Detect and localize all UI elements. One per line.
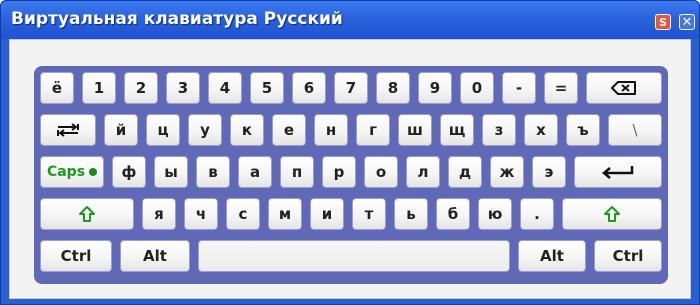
shift-icon	[603, 205, 621, 223]
key-backslash[interactable]: \	[608, 114, 662, 146]
key-sh[interactable]: ш	[398, 114, 432, 146]
key-1[interactable]: 1	[82, 72, 116, 104]
backspace-icon	[611, 81, 637, 95]
key-soft-sign[interactable]: ь	[394, 198, 428, 230]
key-o[interactable]: о	[364, 156, 398, 188]
key-yery[interactable]: ы	[154, 156, 188, 188]
key-ye[interactable]: е	[272, 114, 306, 146]
key-yu[interactable]: ю	[478, 198, 512, 230]
key-shift-left[interactable]	[40, 198, 134, 230]
key-p[interactable]: п	[280, 156, 314, 188]
key-4[interactable]: 4	[208, 72, 242, 104]
key-alt-left[interactable]: Alt	[120, 240, 190, 272]
key-shift-right[interactable]	[562, 198, 662, 230]
key-g[interactable]: г	[356, 114, 390, 146]
key-hard-sign[interactable]: ъ	[566, 114, 600, 146]
key-a[interactable]: а	[238, 156, 272, 188]
keyboard: ё 1 2 3 4 5 6 7 8 9 0 - = й ц у к е н г …	[34, 66, 668, 284]
key-3[interactable]: 3	[166, 72, 200, 104]
key-n[interactable]: н	[314, 114, 348, 146]
key-k[interactable]: к	[230, 114, 264, 146]
key-ctrl-left[interactable]: Ctrl	[40, 240, 112, 272]
key-m[interactable]: м	[268, 198, 302, 230]
key-period[interactable]: .	[520, 198, 554, 230]
keyboard-window: Виртуальная клавиатура Русский S ✕ ё 1 2…	[0, 0, 700, 305]
key-5[interactable]: 5	[250, 72, 284, 104]
key-l[interactable]: л	[406, 156, 440, 188]
enter-icon	[601, 164, 635, 180]
key-ya[interactable]: я	[142, 198, 176, 230]
key-minus[interactable]: -	[502, 72, 536, 104]
window-title: Виртуальная клавиатура Русский	[11, 9, 343, 29]
key-ts[interactable]: ц	[146, 114, 180, 146]
key-v[interactable]: в	[196, 156, 230, 188]
key-e[interactable]: э	[532, 156, 566, 188]
key-f[interactable]: ф	[112, 156, 146, 188]
key-u[interactable]: у	[188, 114, 222, 146]
key-8[interactable]: 8	[376, 72, 410, 104]
settings-button[interactable]: S	[655, 14, 671, 30]
key-i[interactable]: и	[310, 198, 344, 230]
title-bar[interactable]: Виртуальная клавиатура Русский S ✕	[1, 1, 699, 39]
key-s[interactable]: с	[226, 198, 260, 230]
key-z[interactable]: з	[482, 114, 516, 146]
key-r[interactable]: р	[322, 156, 356, 188]
keyboard-panel: ё 1 2 3 4 5 6 7 8 9 0 - = й ц у к е н г …	[9, 39, 691, 299]
key-backspace[interactable]	[586, 72, 662, 104]
key-7[interactable]: 7	[334, 72, 368, 104]
close-button[interactable]: ✕	[679, 14, 695, 30]
key-2[interactable]: 2	[124, 72, 158, 104]
caps-indicator-icon	[89, 168, 98, 176]
key-t[interactable]: т	[352, 198, 386, 230]
tab-icon	[55, 122, 81, 138]
caps-label: Caps	[46, 164, 86, 180]
key-kh[interactable]: х	[524, 114, 558, 146]
key-ch[interactable]: ч	[184, 198, 218, 230]
key-caps-lock[interactable]: Caps	[40, 156, 104, 188]
key-0[interactable]: 0	[460, 72, 494, 104]
key-equals[interactable]: =	[544, 72, 578, 104]
key-tab[interactable]	[40, 114, 96, 146]
key-alt-right[interactable]: Alt	[518, 240, 586, 272]
key-ctrl-right[interactable]: Ctrl	[594, 240, 662, 272]
shift-icon	[78, 205, 96, 223]
key-d[interactable]: д	[448, 156, 482, 188]
key-b[interactable]: б	[436, 198, 470, 230]
key-yo[interactable]: ё	[40, 72, 74, 104]
key-space[interactable]	[198, 240, 510, 272]
key-shch[interactable]: щ	[440, 114, 474, 146]
key-zh[interactable]: ж	[490, 156, 524, 188]
key-9[interactable]: 9	[418, 72, 452, 104]
key-6[interactable]: 6	[292, 72, 326, 104]
key-enter[interactable]	[574, 156, 662, 188]
key-y-short[interactable]: й	[104, 114, 138, 146]
